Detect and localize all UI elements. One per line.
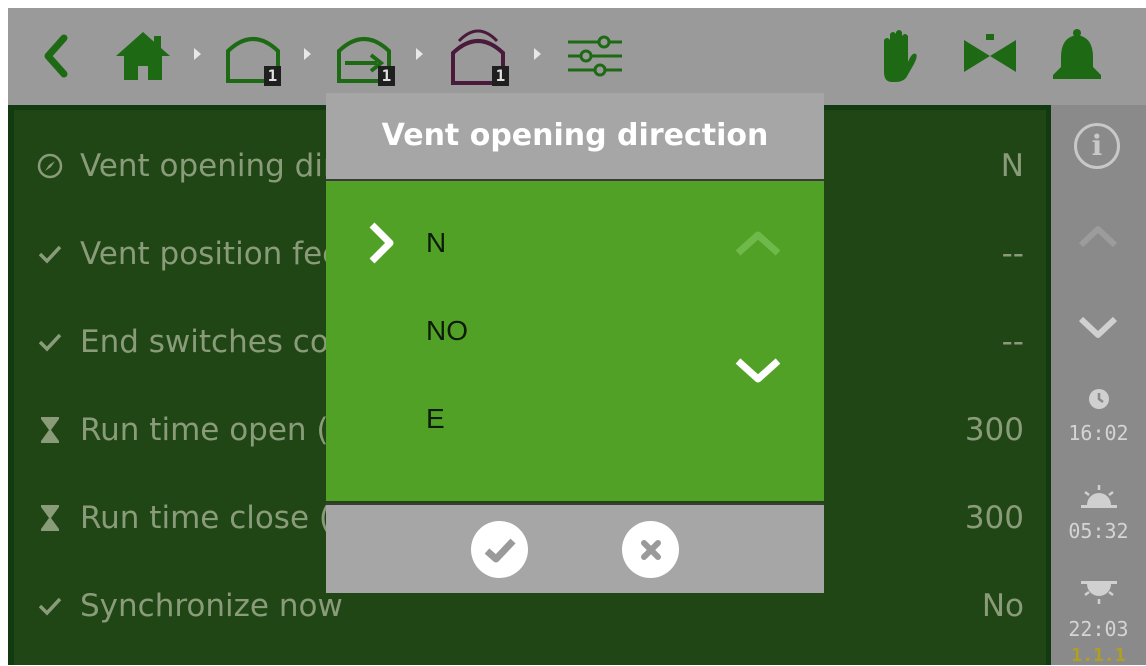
clock-time: 16:02: [1068, 421, 1129, 445]
scroll-up-icon[interactable]: [1077, 223, 1119, 253]
top-toolbar: 1 1 1: [8, 8, 1146, 105]
sunrise-time: 05:32: [1068, 519, 1129, 543]
row-value: N: [1000, 148, 1024, 184]
dialog-footer: [326, 503, 824, 593]
row-value: --: [1001, 236, 1024, 272]
roof-vent-badge: 1: [492, 66, 509, 86]
breadcrumb-separator: [534, 48, 541, 60]
option-list: N NO E: [326, 181, 824, 501]
selection-chevron-icon: [366, 221, 396, 269]
hand-icon[interactable]: [870, 24, 924, 88]
cancel-button[interactable]: [622, 521, 679, 578]
scroll-down-icon[interactable]: [1077, 315, 1119, 345]
confirm-button[interactable]: [471, 521, 528, 578]
clock-icon: [1087, 387, 1111, 415]
sunset-time: 22:03: [1068, 617, 1129, 641]
sunrise-icon: [1079, 483, 1119, 513]
hourglass-icon: [30, 415, 70, 445]
vent-direction-dialog: Vent opening direction N NO E: [326, 93, 824, 593]
back-icon[interactable]: [36, 24, 76, 88]
vent-badge: 1: [378, 66, 395, 86]
row-value: No: [981, 588, 1024, 624]
greenhouse-badge: 1: [264, 66, 281, 86]
breadcrumb-separator: [194, 48, 201, 60]
row-label: Synchronize now: [80, 588, 343, 624]
check-icon: [484, 538, 516, 562]
option-scroll-up-icon[interactable]: [734, 229, 782, 261]
dialog-title: Vent opening direction: [326, 93, 824, 181]
bell-icon[interactable]: [1046, 24, 1108, 88]
breadcrumb-separator: [416, 48, 423, 60]
check-icon: [30, 243, 70, 265]
right-panel: i 16:02 05:32 22:03 1.1.1: [1051, 105, 1146, 666]
check-icon: [30, 595, 70, 617]
option-no[interactable]: NO: [426, 315, 468, 347]
option-scroll-down-icon[interactable]: [734, 357, 782, 389]
check-icon: [30, 331, 70, 353]
version-label: 1.1.1: [1071, 645, 1126, 666]
hourglass-icon: [30, 503, 70, 533]
compass-icon: [30, 152, 70, 180]
row-value: --: [1001, 324, 1024, 360]
sunset-icon: [1079, 579, 1119, 609]
valve-icon[interactable]: [958, 24, 1022, 88]
option-e[interactable]: E: [426, 403, 445, 435]
breadcrumb-separator: [304, 48, 311, 60]
home-icon[interactable]: [110, 24, 176, 88]
close-icon: [640, 539, 661, 560]
row-value: 300: [964, 500, 1024, 536]
row-value: 300: [964, 412, 1024, 448]
option-n[interactable]: N: [426, 227, 446, 259]
settings-sliders-icon[interactable]: [560, 24, 630, 88]
info-icon[interactable]: i: [1074, 123, 1120, 169]
